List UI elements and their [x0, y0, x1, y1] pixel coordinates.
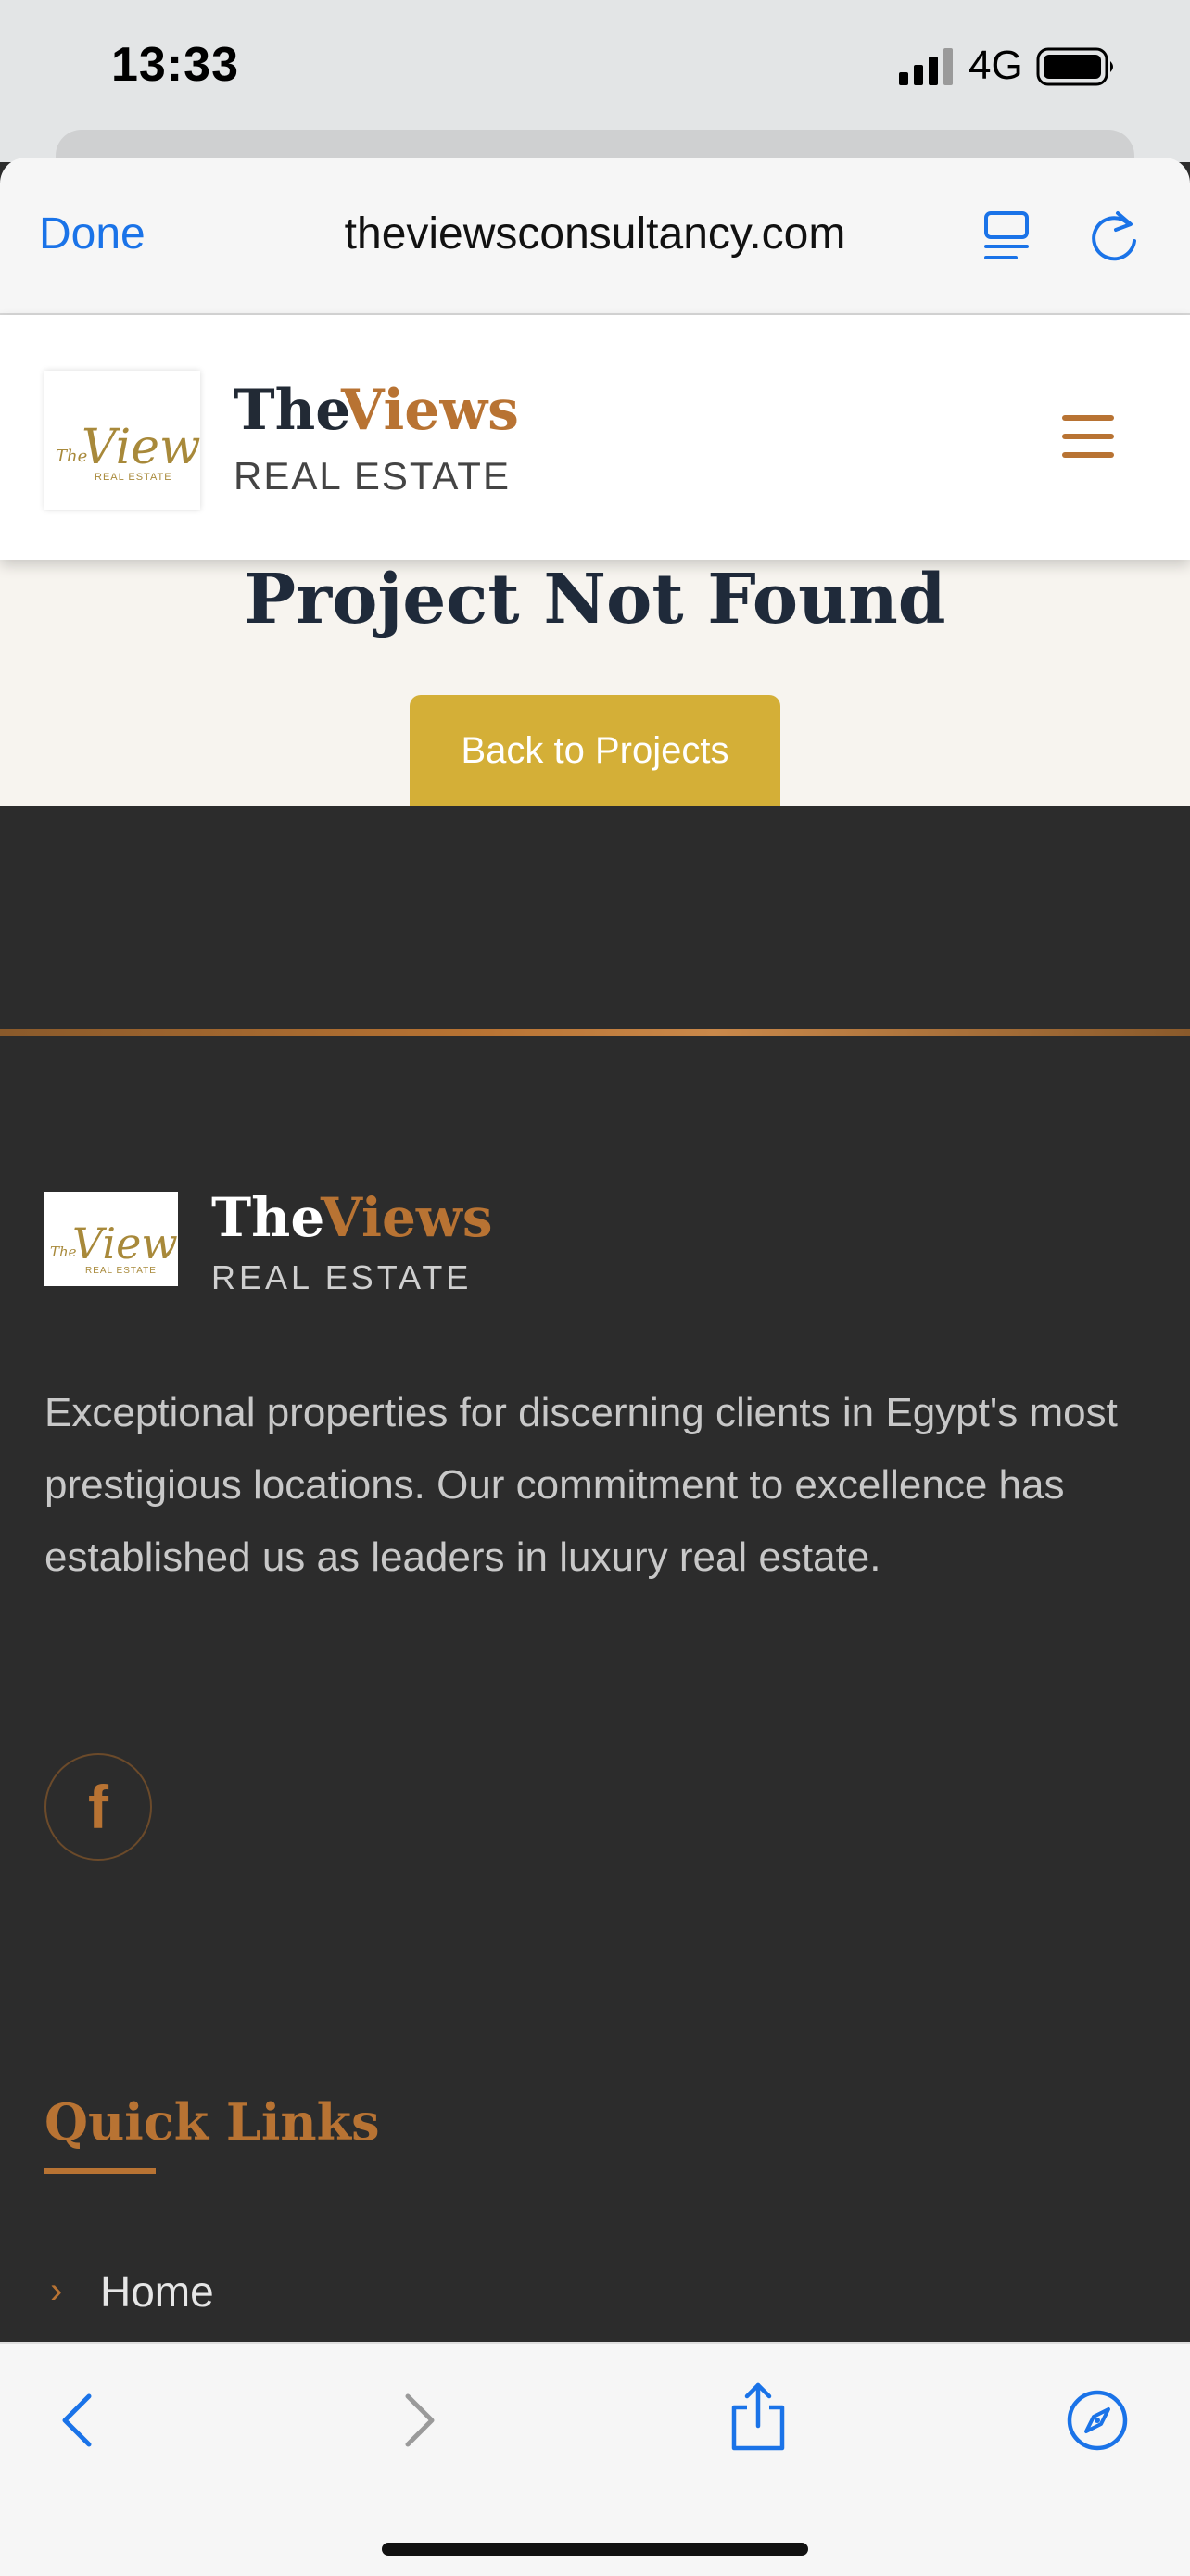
quick-links-heading: Quick Links	[44, 2092, 380, 2152]
svg-text:Views: Views	[72, 1219, 178, 1269]
footer-brand-views: Views	[321, 1186, 493, 1249]
site-footer: The Views REAL ESTATE The Views REAL EST…	[0, 806, 1190, 2344]
page-title: Project Not Found	[244, 560, 946, 639]
brand-name-views: Views	[341, 378, 519, 443]
cellular-signal-icon	[899, 48, 953, 85]
bottom-toolbar	[0, 2342, 1190, 2576]
facebook-icon: f	[88, 1773, 108, 1841]
brand-subtitle: REAL ESTATE	[234, 454, 511, 498]
brand-logo[interactable]: The Views REAL ESTATE	[44, 371, 225, 510]
site-header: The Views REAL ESTATE The Views REAL EST…	[0, 315, 1190, 560]
footer-logo-mark: The Views REAL ESTATE	[50, 1219, 199, 1276]
hamburger-menu-icon[interactable]	[1062, 415, 1114, 458]
quick-links-underline	[44, 2168, 156, 2174]
reader-mode-icon[interactable]	[982, 209, 1032, 263]
chevron-right-icon: ›	[50, 2270, 63, 2311]
not-found-section: Project Not Found Back to Projects	[0, 560, 1190, 806]
chevron-left-icon[interactable]	[57, 2391, 98, 2450]
logo-mark: The Views REAL ESTATE	[56, 420, 225, 483]
brand-name-the: The	[234, 378, 351, 443]
done-button[interactable]: Done	[39, 208, 146, 259]
compass-icon[interactable]	[1066, 2389, 1129, 2452]
status-time: 13:33	[111, 38, 239, 92]
quick-link-home[interactable]: Home	[100, 2267, 214, 2317]
svg-text:REAL ESTATE: REAL ESTATE	[95, 472, 172, 483]
browser-toolbar: theviewsconsultancy.com Done	[0, 158, 1190, 315]
facebook-button[interactable]: f	[44, 1753, 152, 1861]
reload-icon[interactable]	[1090, 208, 1142, 263]
back-to-projects-button[interactable]: Back to Projects	[410, 695, 780, 806]
svg-text:Views: Views	[82, 420, 200, 475]
network-label: 4G	[968, 43, 1023, 88]
chevron-right-icon[interactable]	[399, 2391, 439, 2450]
battery-icon	[1036, 47, 1113, 86]
footer-logo[interactable]: The Views REAL ESTATE	[44, 1192, 199, 1286]
footer-divider	[0, 1029, 1190, 1036]
svg-text:REAL ESTATE: REAL ESTATE	[85, 1266, 157, 1276]
footer-description: Exceptional properties for discerning cl…	[44, 1390, 1118, 1580]
footer-brand-the: The	[211, 1186, 325, 1249]
share-icon[interactable]	[728, 2381, 788, 2452]
footer-brand-subtitle: REAL ESTATE	[211, 1258, 473, 1296]
home-indicator	[382, 2543, 808, 2556]
